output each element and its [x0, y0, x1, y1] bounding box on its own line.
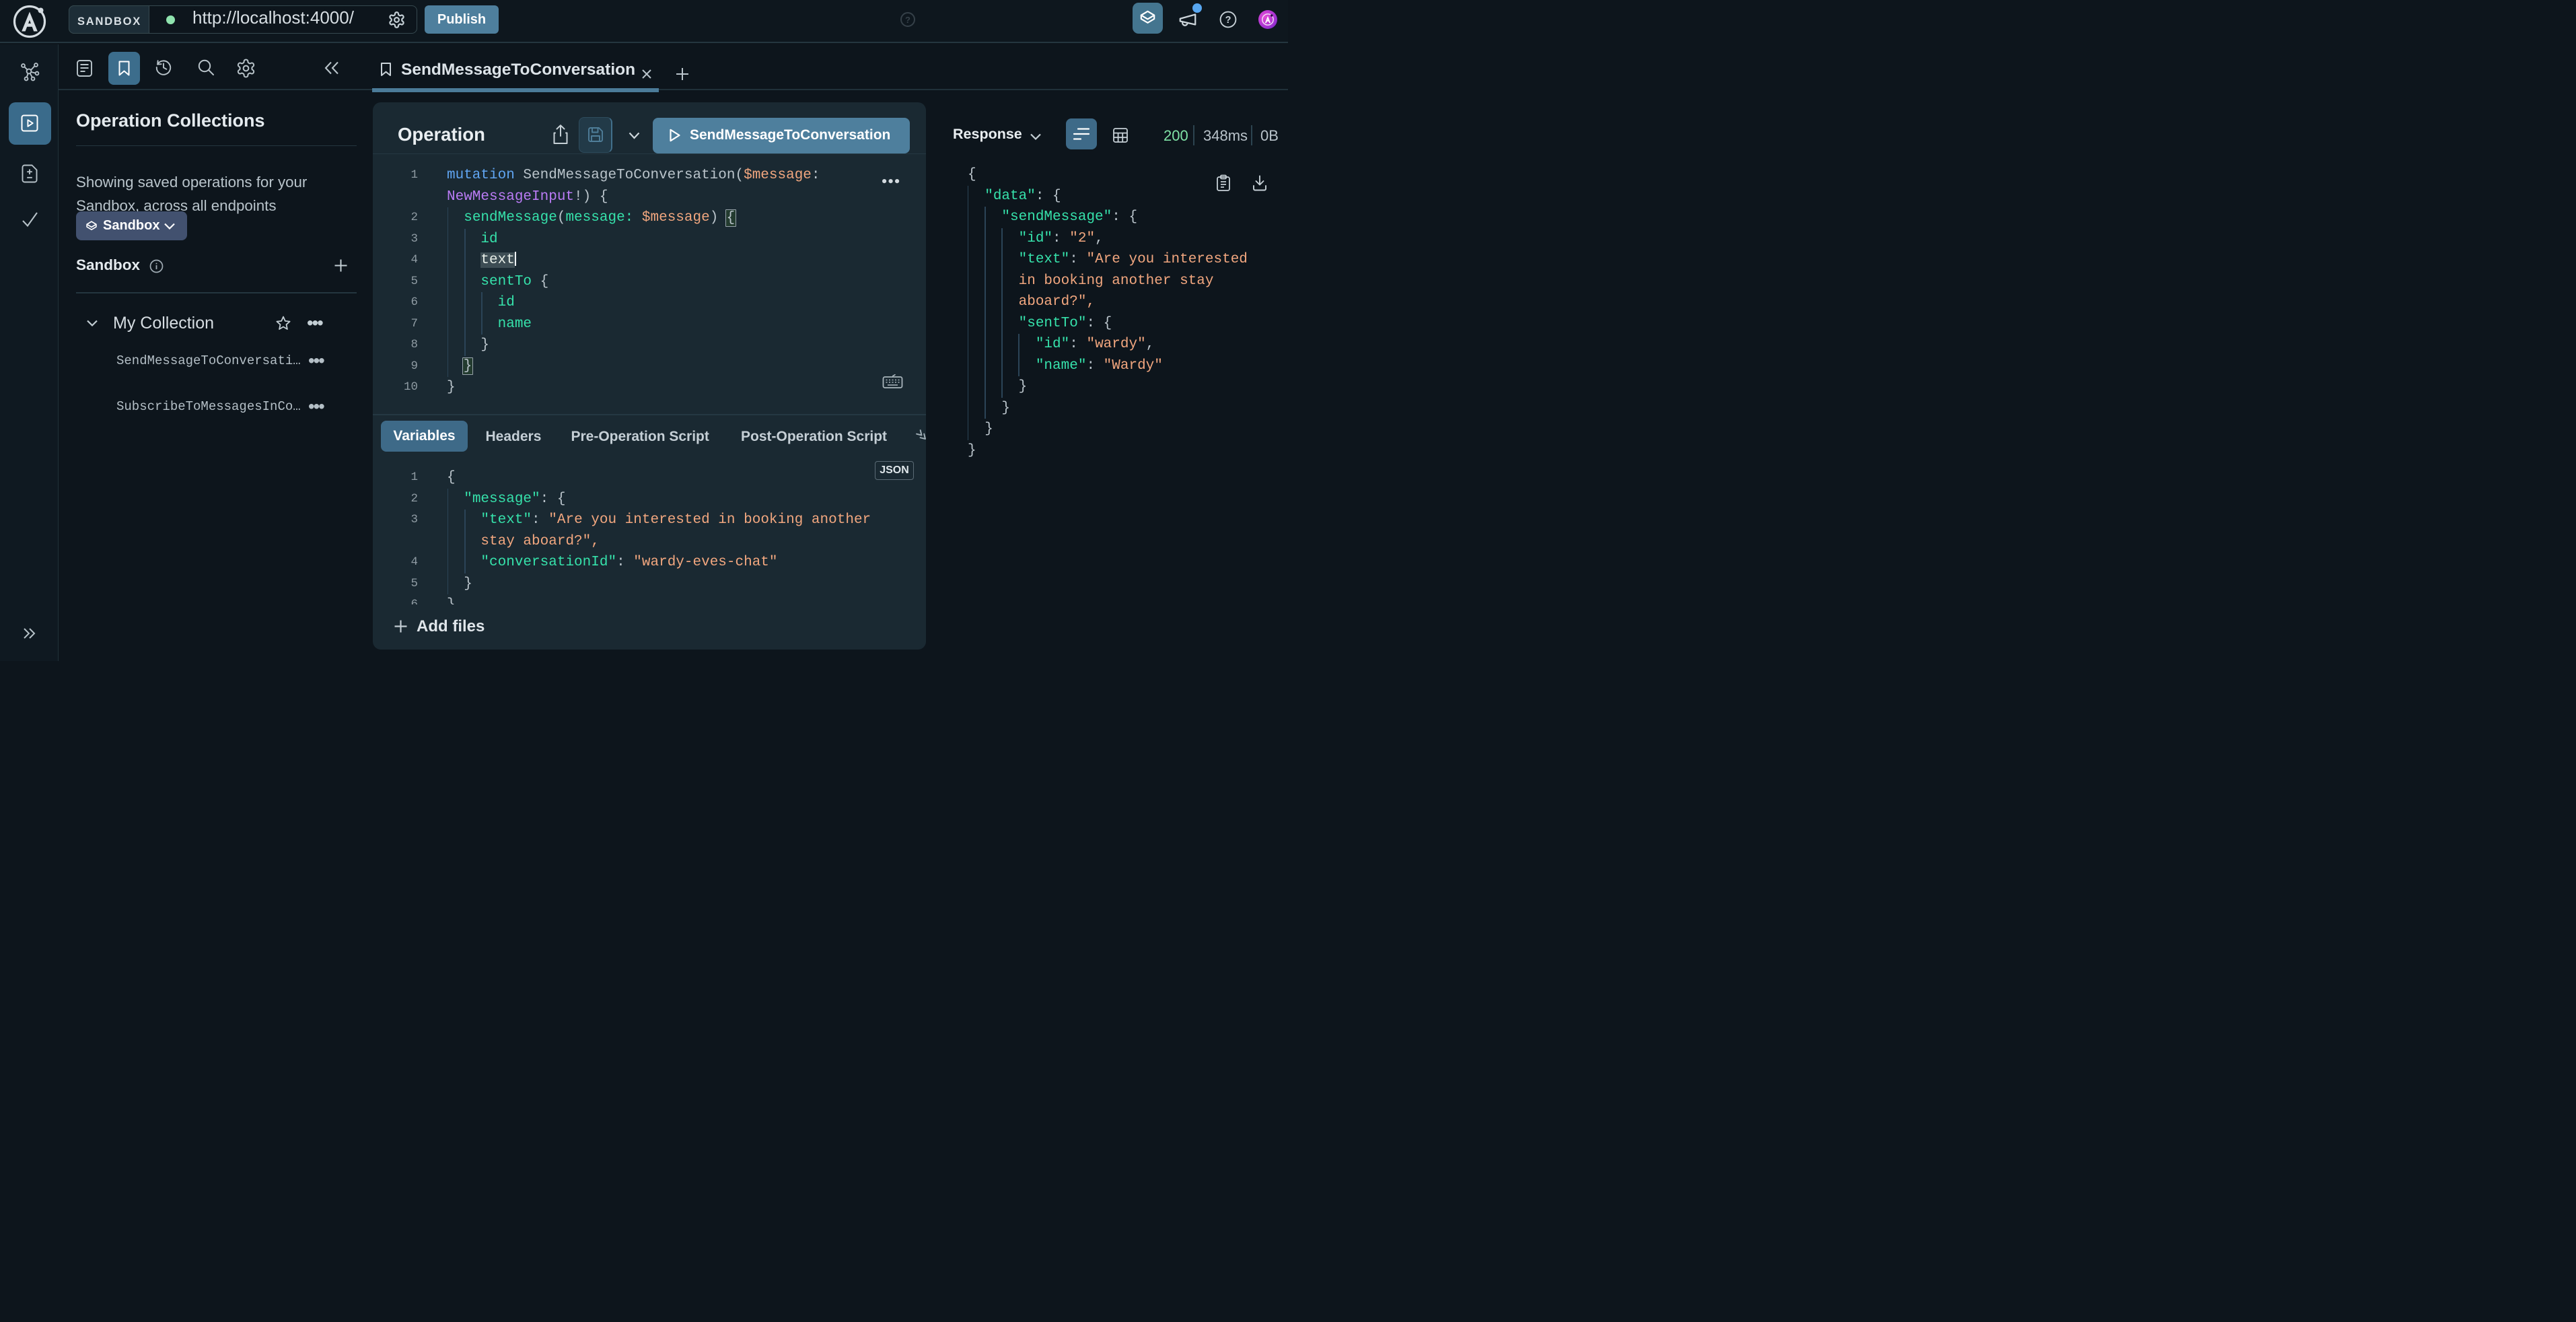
svg-text:?: ? [905, 15, 910, 25]
svg-text:?: ? [1225, 15, 1231, 26]
